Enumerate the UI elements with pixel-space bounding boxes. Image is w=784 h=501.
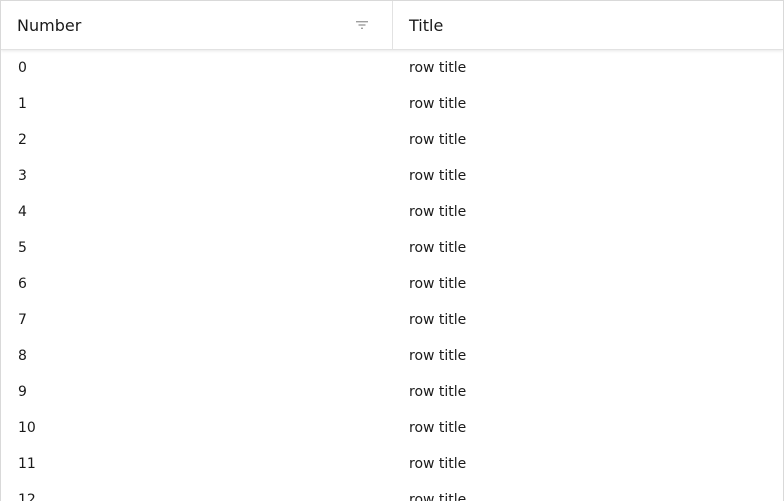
cell-number: 11 [18, 456, 36, 472]
cell-title: row title [409, 420, 467, 436]
column-header-label: Title [409, 15, 444, 35]
table-row[interactable]: 11 row title [1, 446, 783, 482]
grid-header: Number Title [1, 1, 783, 50]
cell-title: row title [409, 312, 467, 328]
grid-body: 0 row title 1 row title 2 row title 3 ro… [1, 50, 783, 501]
data-grid: Number Title 0 row title 1 row title 2 r… [0, 0, 784, 501]
cell-title: row title [409, 168, 467, 184]
table-row[interactable]: 5 row title [1, 230, 783, 266]
table-row[interactable]: 6 row title [1, 266, 783, 302]
cell-title: row title [409, 384, 467, 400]
cell-number: 10 [18, 420, 36, 436]
cell-title: row title [409, 348, 467, 364]
cell-title: row title [409, 132, 467, 148]
filter-icon[interactable] [355, 19, 369, 31]
table-row[interactable]: 12 row title [1, 482, 783, 501]
cell-number: 4 [18, 204, 27, 220]
table-row[interactable]: 3 row title [1, 158, 783, 194]
cell-number: 6 [18, 276, 27, 292]
table-row[interactable]: 7 row title [1, 302, 783, 338]
cell-number: 9 [18, 384, 27, 400]
cell-number: 8 [18, 348, 27, 364]
cell-title: row title [409, 276, 467, 292]
table-row[interactable]: 1 row title [1, 86, 783, 122]
cell-number: 12 [18, 492, 36, 501]
cell-number: 2 [18, 132, 27, 148]
table-row[interactable]: 8 row title [1, 338, 783, 374]
cell-title: row title [409, 456, 467, 472]
cell-title: row title [409, 492, 467, 501]
cell-number: 0 [18, 60, 27, 76]
table-row[interactable]: 10 row title [1, 410, 783, 446]
table-row[interactable]: 0 row title [1, 50, 783, 86]
table-row[interactable]: 4 row title [1, 194, 783, 230]
cell-number: 7 [18, 312, 27, 328]
cell-number: 5 [18, 240, 27, 256]
cell-number: 3 [18, 168, 27, 184]
column-header-number[interactable]: Number [1, 1, 393, 49]
cell-title: row title [409, 240, 467, 256]
table-row[interactable]: 9 row title [1, 374, 783, 410]
cell-title: row title [409, 96, 467, 112]
column-header-title[interactable]: Title [393, 1, 783, 49]
cell-title: row title [409, 60, 467, 76]
cell-title: row title [409, 204, 467, 220]
column-header-label: Number [17, 15, 82, 35]
table-row[interactable]: 2 row title [1, 122, 783, 158]
cell-number: 1 [18, 96, 27, 112]
